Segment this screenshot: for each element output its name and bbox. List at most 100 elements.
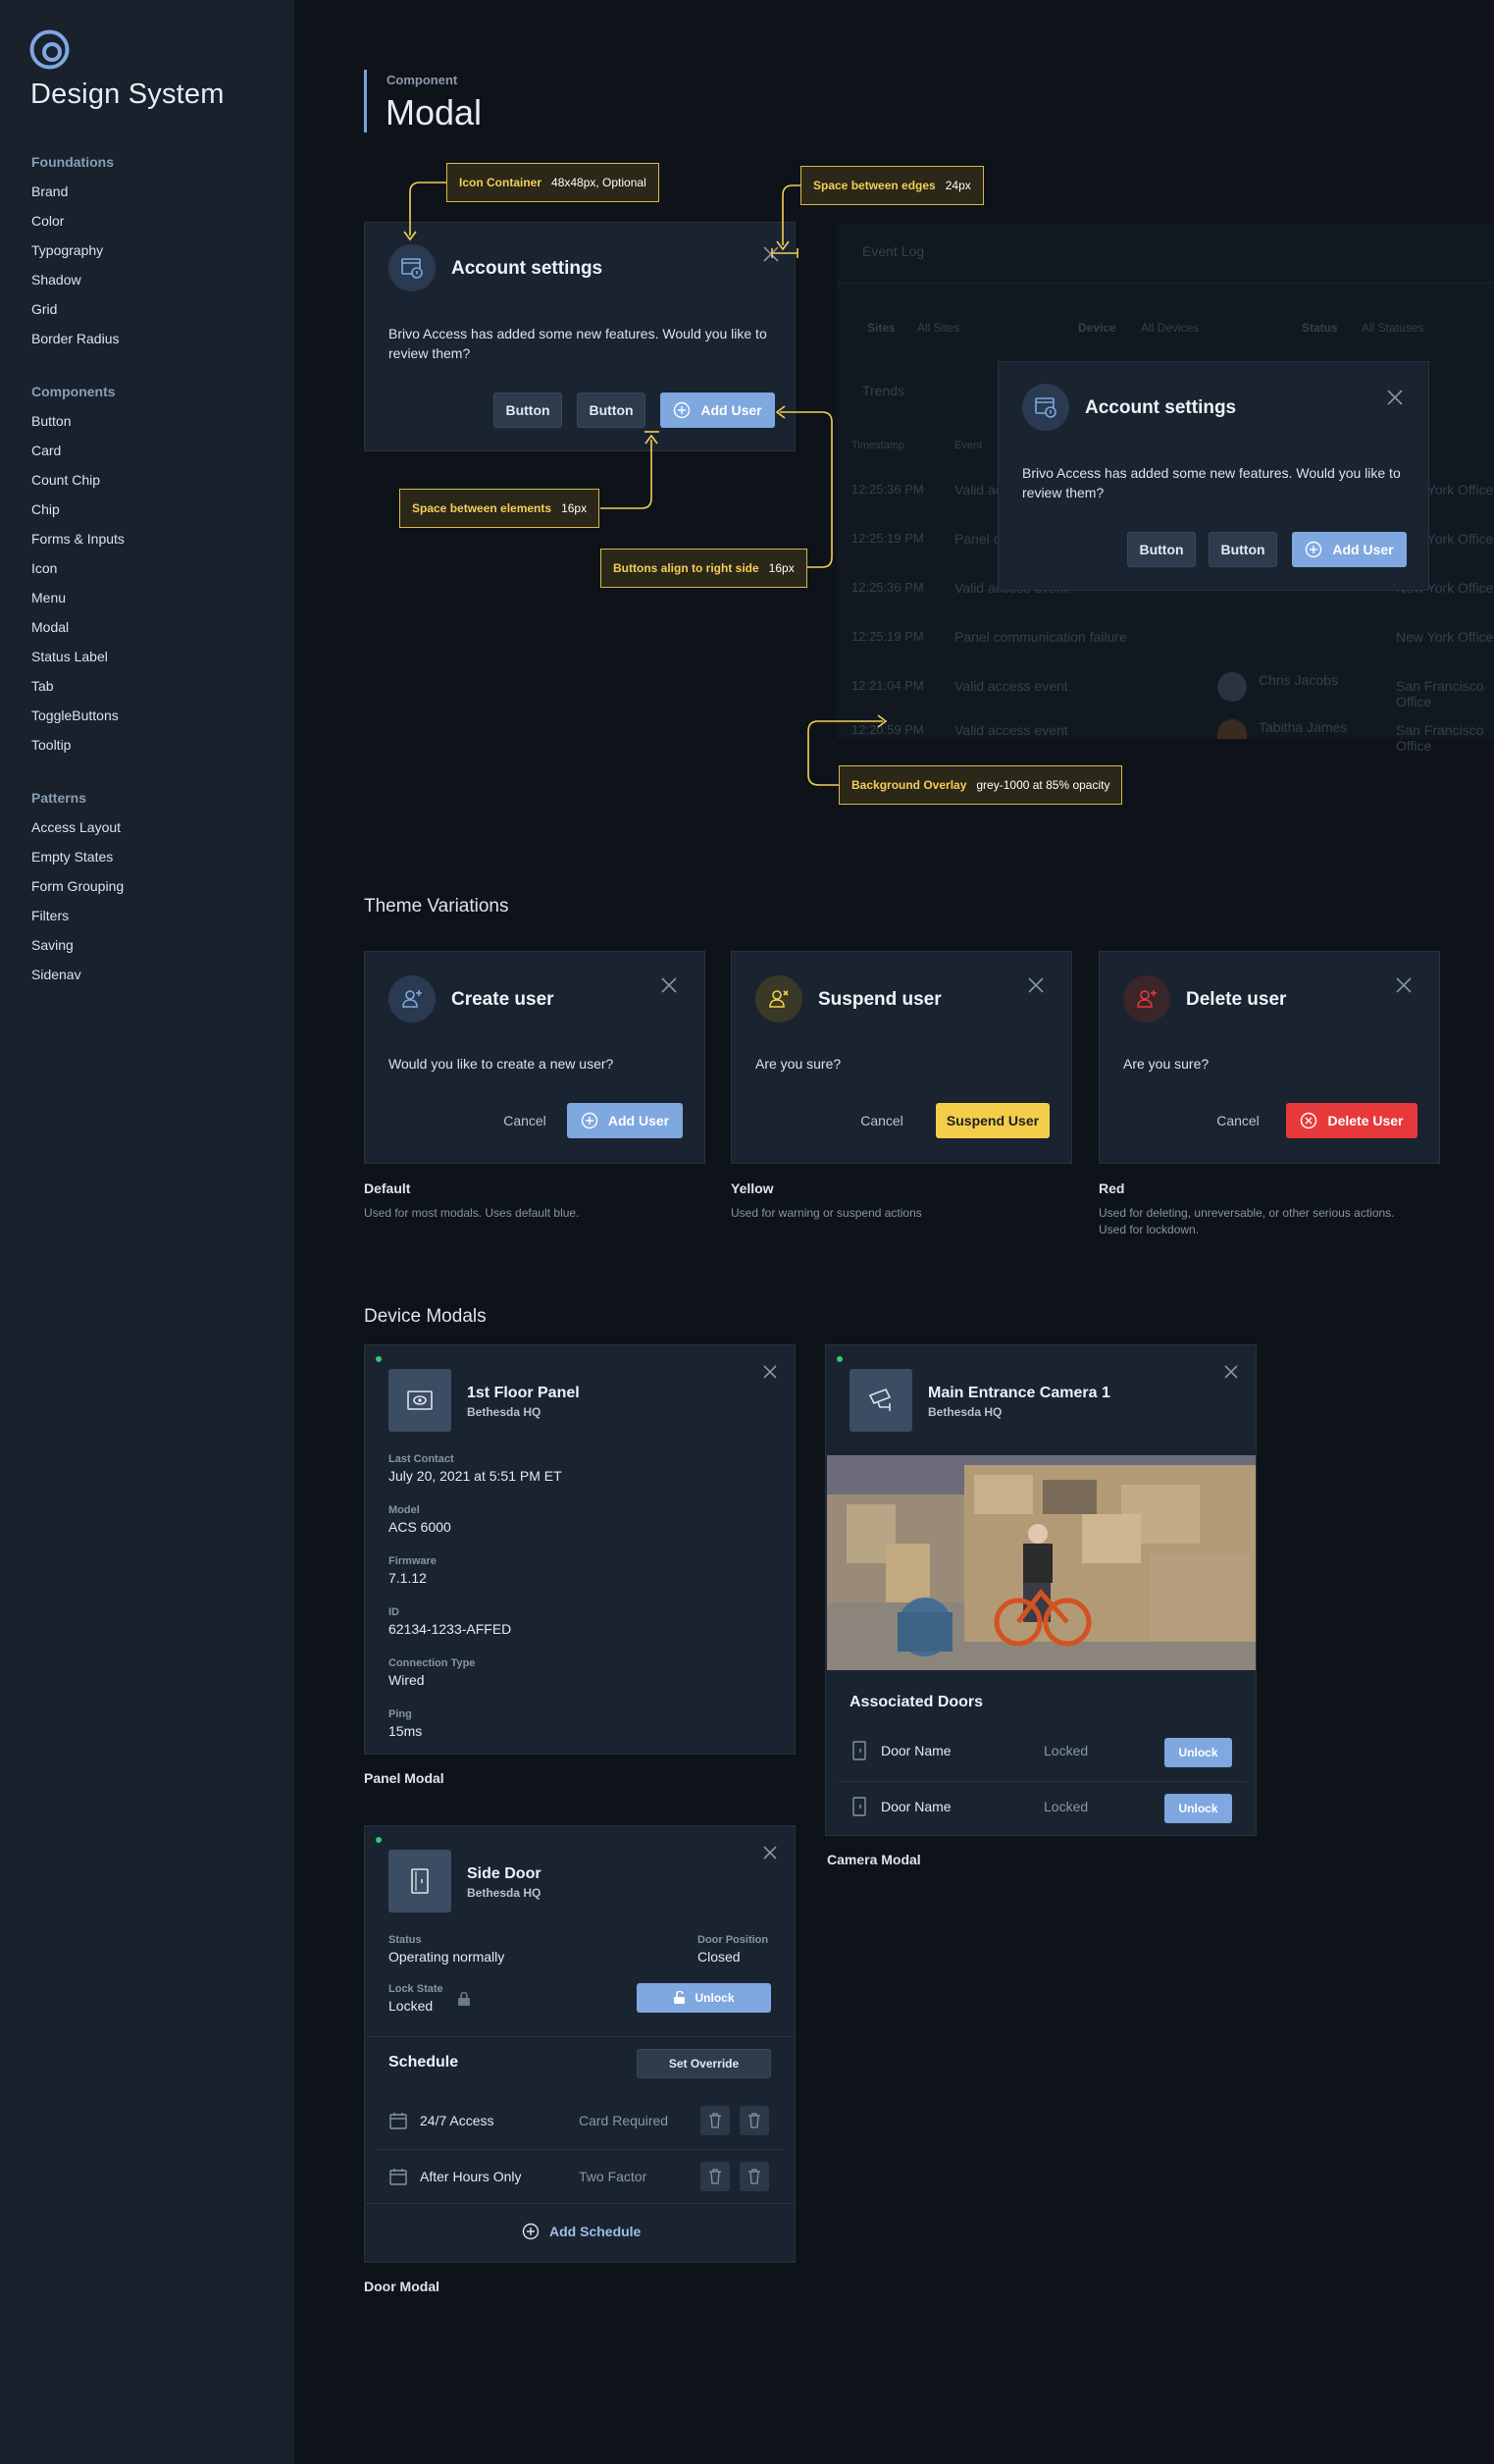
- modal-icon-container: [755, 975, 802, 1022]
- close-icon[interactable]: [1221, 1362, 1241, 1382]
- modal-icon-container: [1022, 384, 1069, 431]
- field-label-door-position: Door Position: [697, 1934, 769, 1946]
- nav-item-border-radius[interactable]: Border Radius: [31, 324, 277, 353]
- trash-icon: [709, 2169, 721, 2184]
- nav-item-saving[interactable]: Saving: [31, 930, 277, 960]
- nav-item-tooltip[interactable]: Tooltip: [31, 730, 277, 760]
- delete-schedule-button[interactable]: [740, 2162, 769, 2191]
- nav-item-access-layout[interactable]: Access Layout: [31, 813, 277, 842]
- variation-label-red: Red: [1099, 1180, 1125, 1196]
- settings-window-icon: [401, 258, 423, 279]
- secondary-button[interactable]: Button: [493, 393, 562, 428]
- delete-schedule-button[interactable]: [700, 2106, 730, 2135]
- calendar-icon: [389, 2113, 407, 2129]
- set-override-button[interactable]: Set Override: [637, 2049, 771, 2078]
- nav-item-modal[interactable]: Modal: [31, 612, 277, 642]
- bg-filter-device-value: All Devices: [1141, 321, 1200, 335]
- add-user-button[interactable]: Add User: [1292, 532, 1407, 567]
- suspend-user-button[interactable]: Suspend User: [936, 1103, 1050, 1138]
- delete-schedule-button[interactable]: [700, 2162, 730, 2191]
- add-user-icon: [402, 990, 422, 1008]
- nav-item-empty-states[interactable]: Empty States: [31, 842, 277, 871]
- lock-icon: [458, 1991, 470, 2006]
- secondary-button[interactable]: Button: [1209, 532, 1277, 567]
- bg-row-time: 12:25:19 PM: [851, 531, 924, 546]
- unlock-button[interactable]: Unlock: [1164, 1738, 1232, 1767]
- field-label-connection-type: Connection Type: [388, 1657, 476, 1669]
- close-icon[interactable]: [1026, 975, 1046, 995]
- door-state: Locked: [1044, 1743, 1089, 1758]
- delete-schedule-button[interactable]: [740, 2106, 769, 2135]
- close-icon[interactable]: [659, 975, 679, 995]
- nav-item-shadow[interactable]: Shadow: [31, 265, 277, 294]
- nav-item-tab[interactable]: Tab: [31, 671, 277, 701]
- nav-item-count-chip[interactable]: Count Chip: [31, 465, 277, 495]
- add-user-button[interactable]: Add User: [660, 393, 775, 428]
- close-icon[interactable]: [760, 1362, 780, 1382]
- schedule-mode: Card Required: [579, 2113, 669, 2128]
- cancel-button[interactable]: Cancel: [848, 1103, 916, 1138]
- online-status-dot: [376, 1837, 382, 1843]
- add-user-label: Add User: [1332, 542, 1394, 557]
- associated-doors-heading: Associated Doors: [850, 1694, 984, 1710]
- page-title: Modal: [386, 92, 483, 132]
- nav-item-button[interactable]: Button: [31, 406, 277, 436]
- callout-value: grey-1000 at 85% opacity: [976, 778, 1110, 792]
- device-title: Main Entrance Camera 1: [928, 1385, 1110, 1401]
- online-status-dot: [837, 1356, 843, 1362]
- unlock-button[interactable]: Unlock: [1164, 1794, 1232, 1823]
- close-icon[interactable]: [760, 1843, 780, 1862]
- panel-modal: 1st Floor Panel Bethesda HQ Last Contact…: [364, 1344, 796, 1755]
- bg-trends: Trends: [862, 383, 905, 398]
- close-icon[interactable]: [761, 244, 781, 264]
- nav-item-filters[interactable]: Filters: [31, 901, 277, 930]
- nav-item-form-grouping[interactable]: Form Grouping: [31, 871, 277, 901]
- nav-item-brand[interactable]: Brand: [31, 177, 277, 206]
- callout-value: 16px: [768, 561, 795, 575]
- nav-item-menu[interactable]: Menu: [31, 583, 277, 612]
- create-user-modal: Create user Would you like to create a n…: [364, 951, 705, 1164]
- bg-row-event: Panel communication failure: [954, 629, 1127, 645]
- section-title-devices: Device Modals: [364, 1306, 487, 1327]
- modal-title: Create user: [451, 989, 554, 1010]
- nav-item-color[interactable]: Color: [31, 206, 277, 236]
- door-modal-caption: Door Modal: [364, 2279, 439, 2294]
- nav-item-togglebuttons[interactable]: ToggleButtons: [31, 701, 277, 730]
- online-status-dot: [376, 1356, 382, 1362]
- nav-patterns: Patterns Access Layout Empty States Form…: [31, 783, 277, 989]
- bg-row-time: 12:21:04 PM: [851, 678, 924, 693]
- unlock-button[interactable]: Unlock: [637, 1983, 771, 2013]
- callout-key: Background Overlay: [851, 778, 967, 792]
- nav-item-sidenav[interactable]: Sidenav: [31, 960, 277, 989]
- secondary-button[interactable]: Button: [577, 393, 645, 428]
- trash-icon: [748, 2113, 760, 2128]
- nav-item-typography[interactable]: Typography: [31, 236, 277, 265]
- add-schedule-button[interactable]: Add Schedule: [522, 2217, 641, 2246]
- modal-body-text: Brivo Access has added some new features…: [1022, 465, 1401, 500]
- nav-item-status-label[interactable]: Status Label: [31, 642, 277, 671]
- plus-circle-icon: [581, 1112, 598, 1129]
- panel-icon: [407, 1390, 433, 1410]
- device-title: 1st Floor Panel: [467, 1385, 580, 1401]
- camera-feed-image: [827, 1455, 1256, 1670]
- bg-filter-status: Status: [1302, 321, 1338, 335]
- nav-item-forms-inputs[interactable]: Forms & Inputs: [31, 524, 277, 553]
- schedule-mode: Two Factor: [579, 2169, 647, 2184]
- field-label-firmware: Firmware: [388, 1555, 437, 1567]
- callout-icon-container: Icon Container 48x48px, Optional: [446, 163, 659, 202]
- add-user-button[interactable]: Add User: [567, 1103, 683, 1138]
- nav-item-grid[interactable]: Grid: [31, 294, 277, 324]
- cancel-button[interactable]: Cancel: [1204, 1103, 1272, 1138]
- cancel-button[interactable]: Cancel: [490, 1103, 559, 1138]
- calendar-icon: [389, 2169, 407, 2185]
- nav-item-card[interactable]: Card: [31, 436, 277, 465]
- door-name: Door Name: [881, 1743, 952, 1758]
- secondary-button[interactable]: Button: [1127, 532, 1196, 567]
- nav-item-icon[interactable]: Icon: [31, 553, 277, 583]
- field-value-door-position: Closed: [697, 1949, 741, 1965]
- close-icon[interactable]: [1385, 388, 1405, 407]
- device-site: Bethesda HQ: [928, 1405, 1003, 1419]
- close-icon[interactable]: [1394, 975, 1414, 995]
- nav-item-chip[interactable]: Chip: [31, 495, 277, 524]
- delete-user-button[interactable]: Delete User: [1286, 1103, 1417, 1138]
